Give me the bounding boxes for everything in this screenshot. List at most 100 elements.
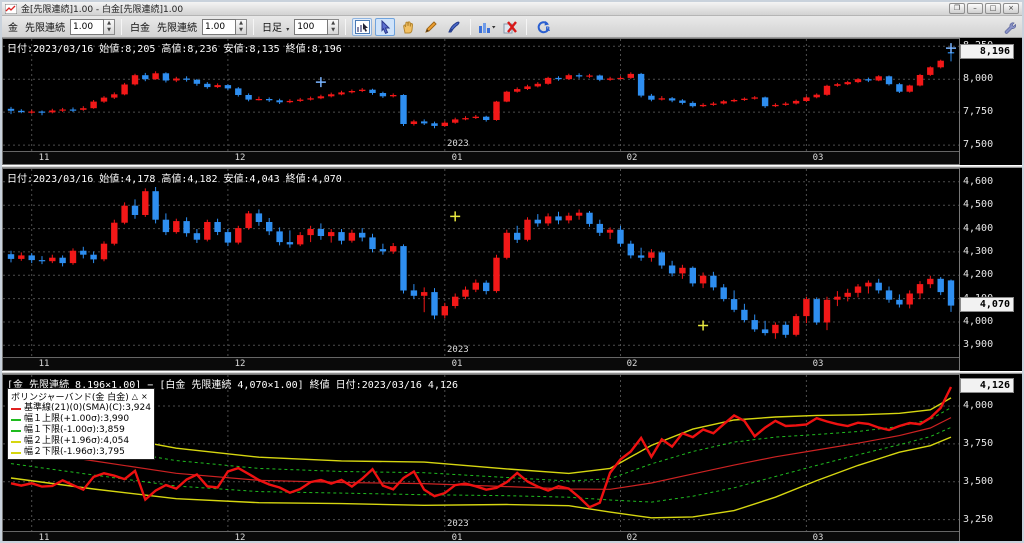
select-arrow-icon <box>381 19 391 34</box>
legend-item: 幅１上限(+1.00σ):3,990 <box>11 414 151 425</box>
chart-cursor-tool-button[interactable] <box>352 17 373 36</box>
quill-icon <box>448 21 460 32</box>
gold-spinner-arrows[interactable]: ▲ ▼ <box>104 18 115 35</box>
legend-item-label: 幅１上限(+1.00σ):3,990 <box>24 414 130 424</box>
period-spinner-arrows[interactable]: ▲ ▼ <box>328 18 340 35</box>
app-window: 金[先限連続]1.00 - 白金[先限連続]1.00 ❐ – □ × 金 先限連… <box>0 0 1024 543</box>
gold-label: 金 <box>8 23 18 34</box>
x-axis-month-label: 01 <box>451 153 463 163</box>
legend-line-swatch <box>11 440 21 443</box>
platinum-plot-area[interactable]: 日付:2023/03/16 始値:4,178 高値:4,182 安値:4,043… <box>2 168 960 371</box>
window-title: 金[先限連続]1.00 - 白金[先限連続]1.00 <box>21 5 184 15</box>
legend-item: 幅２下限(-1.96σ):3,795 <box>11 447 151 458</box>
gold-plot-area[interactable]: 日付:2023/03/16 始値:8,205 高値:8,236 安値:8,135… <box>2 38 960 165</box>
legend-item: 幅２上限(+1.96σ):4,054 <box>11 436 151 447</box>
quill-tool-button[interactable] <box>444 18 464 36</box>
x-axis-month-label: 12 <box>234 153 246 163</box>
y-axis-label: 3,900 <box>963 339 994 350</box>
title-bar[interactable]: 金[先限連続]1.00 - 白金[先限連続]1.00 ❐ – □ × <box>2 2 1022 16</box>
indicator-chart-button[interactable] <box>477 18 497 36</box>
last-price-badge: 4,126 <box>960 378 1014 393</box>
svg-text:R: R <box>545 26 550 33</box>
legend-close-icon[interactable]: × <box>141 392 148 401</box>
y-axis-label: 8,000 <box>963 73 994 84</box>
y-axis-label: 3,500 <box>963 476 994 487</box>
legend-line-swatch <box>11 451 21 454</box>
period-dropdown[interactable]: 日足 ▾ <box>262 19 289 34</box>
settings-wrench-icon[interactable] <box>1003 19 1017 38</box>
gold-chart-panel: 日付:2023/03/16 始値:8,205 高値:8,236 安値:8,135… <box>2 38 1022 165</box>
x-axis-year-label: 2023 <box>447 139 469 149</box>
gold-multiplier-input[interactable] <box>70 18 104 35</box>
gold-multiplier-spinner[interactable]: ▲▼ <box>70 18 115 35</box>
x-axis-month-label: 11 <box>38 359 50 369</box>
x-axis-month-label: 11 <box>38 153 50 163</box>
platinum-spinner-arrows[interactable]: ▲ ▼ <box>236 18 247 35</box>
pencil-tool-button[interactable] <box>421 18 441 36</box>
y-axis-label: 4,300 <box>963 246 994 257</box>
legend-item-label: 幅２上限(+1.96σ):4,054 <box>24 436 130 446</box>
gold-candlestick-chart[interactable] <box>3 39 959 151</box>
refresh-button[interactable]: R <box>533 18 553 36</box>
x-axis-month-label: 03 <box>812 153 824 163</box>
legend-line-swatch <box>11 429 21 432</box>
x-axis-month-label: 03 <box>812 533 824 543</box>
period-count-input[interactable] <box>294 18 329 35</box>
x-axis-month-label: 12 <box>234 359 246 369</box>
y-axis-label: 4,000 <box>963 400 994 411</box>
legend-item-label: 幅１下限(-1.00σ):3,859 <box>24 425 125 435</box>
x-axis-month-label: 03 <box>812 359 824 369</box>
y-axis-label: 3,750 <box>963 438 994 449</box>
select-arrow-tool-button[interactable] <box>375 17 396 36</box>
close-button[interactable]: × <box>1003 3 1019 14</box>
platinum-label: 白金 <box>130 23 150 34</box>
gold-price-axis[interactable]: 8,2508,0007,7507,5008,196 <box>960 38 1016 165</box>
x-axis-month-label: 02 <box>626 153 638 163</box>
y-axis-label: 4,600 <box>963 176 994 187</box>
hand-pan-tool-button[interactable] <box>398 18 418 36</box>
platinum-multiplier-input[interactable] <box>202 18 236 35</box>
legend-line-swatch <box>11 418 21 421</box>
legend-collapse-icon[interactable]: △ <box>132 392 138 401</box>
bar-chart-icon <box>479 22 496 33</box>
platinum-series-label: 先限連続 <box>157 23 197 34</box>
y-axis-label: 4,500 <box>963 199 994 210</box>
platinum-candlestick-chart[interactable] <box>3 169 959 357</box>
toolbar-separator <box>526 18 528 35</box>
gold-x-axis: 11 12 01 02 03 <box>3 151 959 164</box>
last-price-badge: 8,196 <box>960 44 1014 59</box>
toolbar-separator <box>253 18 254 35</box>
platinum-ohlc-header: 日付:2023/03/16 始値:4,178 高値:4,182 安値:4,043… <box>7 174 342 185</box>
legend-title: ボリンジャーバンド(金 白金) △ × <box>11 392 148 403</box>
legend-line-swatch <box>11 407 21 410</box>
y-axis-label: 3,250 <box>963 514 994 525</box>
legend-item-label: 基準線(21)(0)(SMA)(C):3,924 <box>24 403 151 413</box>
x-axis-month-label: 01 <box>451 533 463 543</box>
x-axis-month-label: 12 <box>234 533 246 543</box>
last-price-badge: 4,070 <box>960 297 1014 312</box>
refresh-icon: R <box>537 20 550 33</box>
toolbar-separator <box>470 18 472 35</box>
y-axis-label: 7,750 <box>963 106 994 117</box>
legend-item-label: 幅２下限(-1.96σ):3,795 <box>24 447 125 457</box>
y-axis-label: 7,500 <box>963 139 994 150</box>
spread-plot-area[interactable]: [金 先限連続 8,196×1.00] − [白金 先限連続 4,070×1.0… <box>2 374 960 543</box>
platinum-chart-panel: 日付:2023/03/16 始値:4,178 高値:4,182 安値:4,043… <box>2 168 1022 371</box>
toolbar-separator <box>345 18 347 35</box>
cascade-window-button[interactable]: ❐ <box>949 3 965 14</box>
toolbar: 金 先限連続 ▲▼ 白金 先限連続 ▲▼ 日足 ▾ ▲▼ <box>2 16 1022 38</box>
chart-cursor-icon <box>354 19 370 34</box>
x-axis-month-label: 02 <box>626 359 638 369</box>
spread-price-axis[interactable]: 4,000 3,750 3,500 3,250 4,126 <box>960 374 1016 541</box>
pencil-icon <box>425 20 437 33</box>
period-count-spinner[interactable]: ▲▼ <box>294 18 340 35</box>
gold-ohlc-header: 日付:2023/03/16 始値:8,205 高値:8,236 安値:8,135… <box>7 44 342 55</box>
maximize-button[interactable]: □ <box>985 3 1001 14</box>
app-chart-icon <box>4 2 18 18</box>
delete-drawing-button[interactable] <box>500 18 520 36</box>
platinum-multiplier-spinner[interactable]: ▲▼ <box>202 18 247 35</box>
minimize-button[interactable]: – <box>967 3 983 14</box>
platinum-price-axis[interactable]: 4,6004,5004,4004,3004,2004,1004,0003,900… <box>960 168 1016 371</box>
chevron-down-icon: ▾ <box>286 26 290 33</box>
legend-item: 基準線(21)(0)(SMA)(C):3,924 <box>11 403 151 414</box>
